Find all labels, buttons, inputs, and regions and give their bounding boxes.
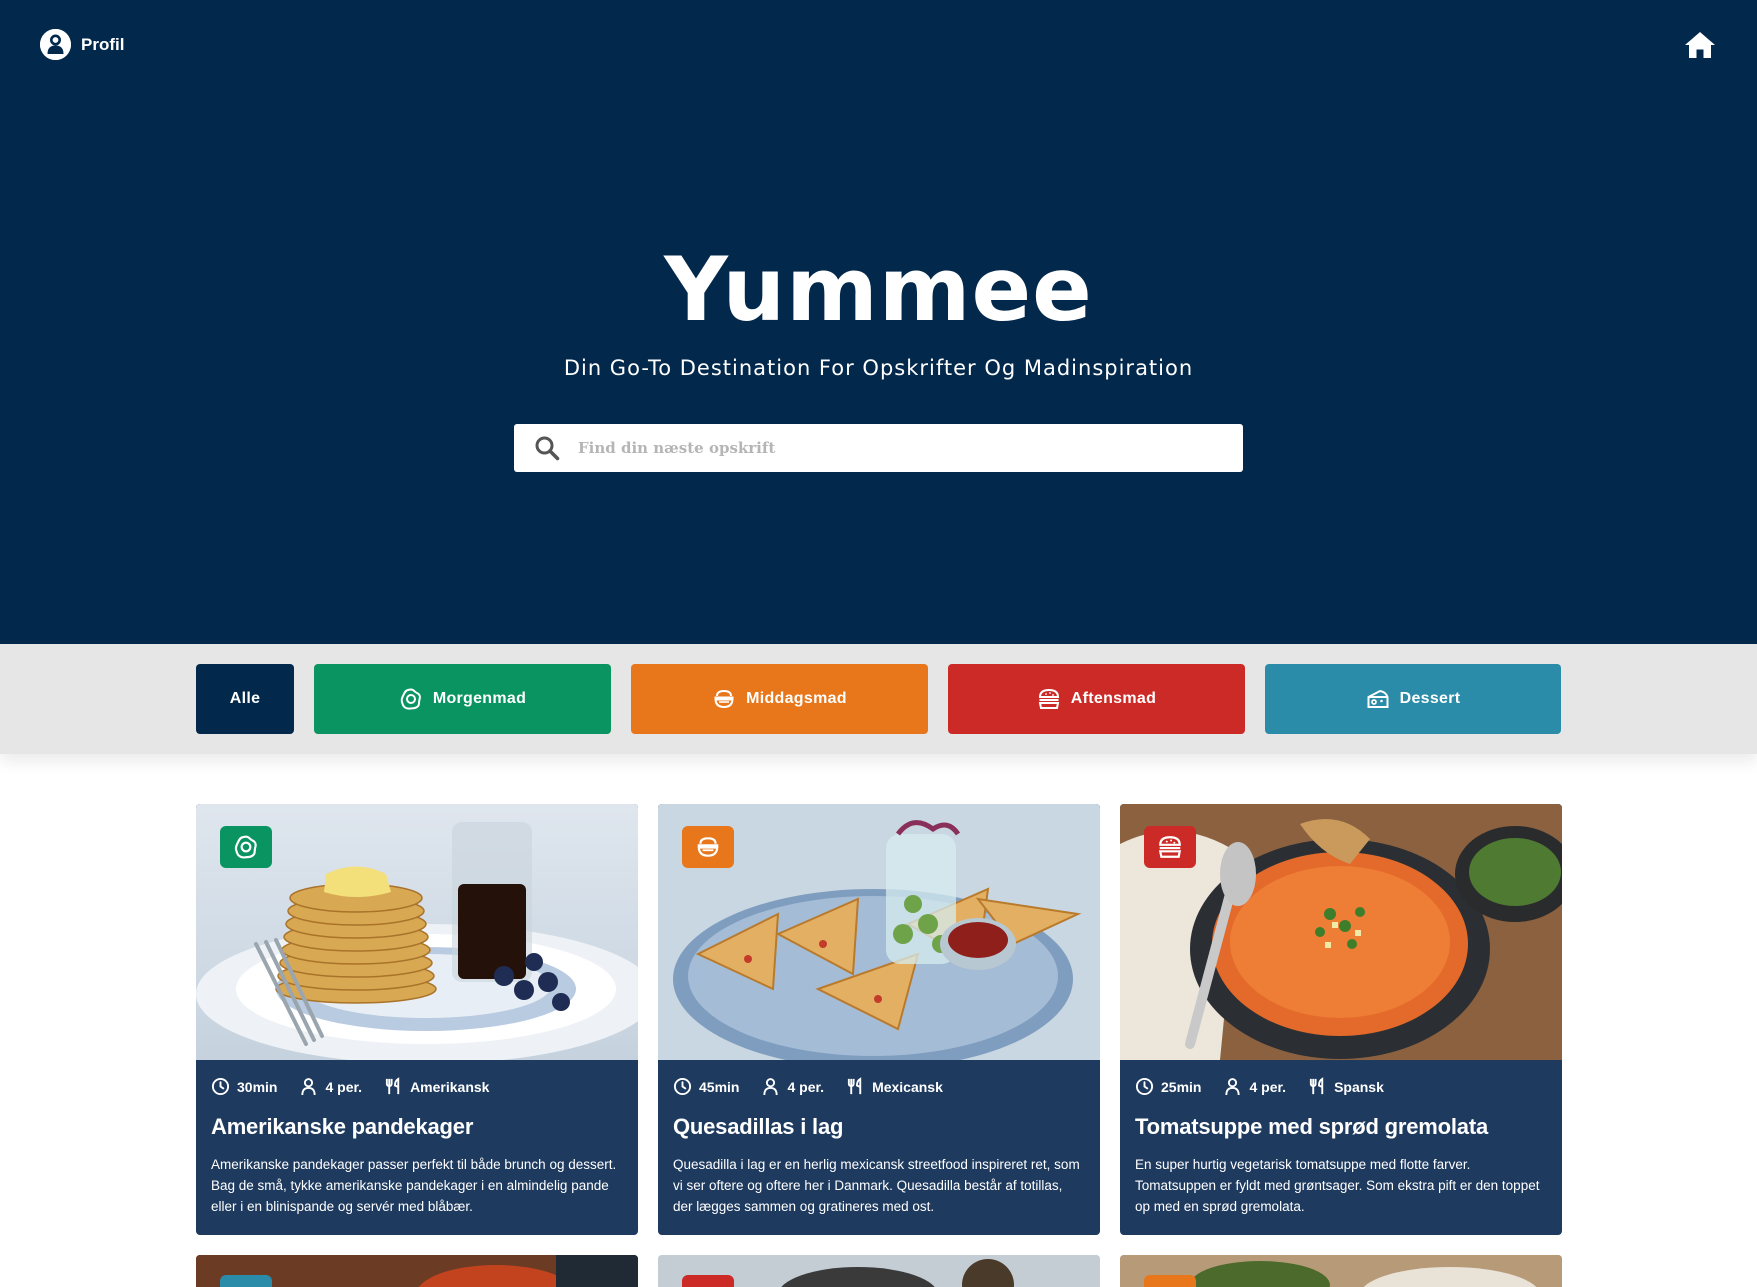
hero-section: Profil Yummee Din Go-To Destination For … bbox=[0, 0, 1757, 644]
profile-label: Profil bbox=[81, 34, 125, 54]
bowl-icon bbox=[697, 837, 719, 857]
recipe-meta: 25min 4 per. Spansk bbox=[1120, 1060, 1562, 1096]
filter-all-label: Alle bbox=[229, 690, 261, 707]
filter-aftensmad-label: Aftensmad bbox=[1070, 690, 1157, 707]
recipe-title[interactable]: Tomatsuppe med sprød gremolata bbox=[1120, 1096, 1562, 1140]
filter-middagsmad-button[interactable]: Middagsmad bbox=[631, 664, 928, 734]
clock-icon bbox=[211, 1077, 230, 1096]
category-badge bbox=[220, 826, 272, 868]
recipe-time: 30min bbox=[237, 1078, 278, 1095]
person-icon bbox=[763, 1078, 779, 1096]
recipe-card[interactable]: 45min 4 per. Mexicansk Quesadillas i lag… bbox=[658, 804, 1100, 1235]
filter-dessert-button[interactable]: Dessert bbox=[1265, 664, 1561, 734]
recipe-cuisine: Amerikansk bbox=[410, 1078, 490, 1095]
utensils-icon bbox=[385, 1077, 400, 1095]
recipe-card[interactable]: 30min 4 per. Amerikansk Amerikanske pand… bbox=[196, 804, 638, 1235]
filter-middagsmad-label: Middagsmad bbox=[746, 690, 847, 707]
home-icon[interactable] bbox=[1684, 31, 1716, 59]
filter-dessert-label: Dessert bbox=[1399, 690, 1461, 707]
recipe-meta: 45min 4 per. Mexicansk bbox=[658, 1060, 1100, 1096]
recipe-description: Quesadilla i lag er en herlig mexicansk … bbox=[673, 1157, 1080, 1214]
egg-icon bbox=[234, 835, 257, 859]
search-icon bbox=[535, 436, 560, 461]
recipe-card-partial[interactable] bbox=[196, 1255, 638, 1287]
category-badge bbox=[1144, 826, 1196, 868]
cheese-icon bbox=[1367, 689, 1389, 708]
filter-morgenmad-label: Morgenmad bbox=[432, 690, 527, 707]
recipe-time: 45min bbox=[699, 1078, 740, 1095]
recipe-image-quesadillas bbox=[658, 804, 1100, 1060]
category-badge bbox=[1144, 1275, 1196, 1287]
search-bar bbox=[514, 424, 1243, 472]
site-title: Yummee bbox=[664, 238, 1093, 341]
user-circle-icon bbox=[40, 29, 71, 60]
utensils-icon bbox=[1309, 1077, 1324, 1095]
burger-icon bbox=[1158, 836, 1182, 858]
category-badge bbox=[682, 826, 734, 868]
recipe-description: Amerikanske pandekager passer perfekt ti… bbox=[211, 1157, 617, 1214]
burger-icon bbox=[1038, 688, 1060, 709]
bowl-icon bbox=[714, 689, 734, 709]
recipe-meta: 30min 4 per. Amerikansk bbox=[196, 1060, 638, 1096]
site-tagline: Din Go-To Destination For Opskrifter Og … bbox=[563, 356, 1194, 380]
clock-icon bbox=[1135, 1077, 1154, 1096]
profile-link[interactable]: Profil bbox=[40, 29, 124, 60]
filter-aftensmad-button[interactable]: Aftensmad bbox=[948, 664, 1245, 734]
recipe-description: En super hurtig vegetarisk tomatsuppe me… bbox=[1135, 1157, 1540, 1214]
clock-icon bbox=[673, 1077, 692, 1096]
search-input[interactable] bbox=[578, 425, 1243, 471]
recipe-card-partial[interactable] bbox=[658, 1255, 1100, 1287]
person-icon bbox=[301, 1078, 317, 1096]
recipe-persons: 4 per. bbox=[1249, 1078, 1287, 1095]
egg-icon bbox=[400, 688, 421, 710]
category-badge bbox=[220, 1275, 272, 1287]
category-badge bbox=[682, 1275, 734, 1287]
recipe-persons: 4 per. bbox=[325, 1078, 363, 1095]
filter-all-button[interactable]: Alle bbox=[196, 664, 294, 734]
recipe-image-pancakes bbox=[196, 804, 638, 1060]
recipe-title[interactable]: Quesadillas i lag bbox=[658, 1096, 1100, 1140]
recipe-title[interactable]: Amerikanske pandekager bbox=[196, 1096, 638, 1140]
category-filter-bar: Alle Morgenmad Middagsmad Aftensmad Dess… bbox=[0, 644, 1757, 754]
recipe-cuisine: Mexicansk bbox=[872, 1078, 943, 1095]
person-icon bbox=[1225, 1078, 1241, 1096]
filter-morgenmad-button[interactable]: Morgenmad bbox=[314, 664, 611, 734]
utensils-icon bbox=[847, 1077, 862, 1095]
recipe-image-tomato-soup bbox=[1120, 804, 1562, 1060]
recipe-persons: 4 per. bbox=[787, 1078, 825, 1095]
recipe-card-partial[interactable] bbox=[1120, 1255, 1562, 1287]
recipe-cuisine: Spansk bbox=[1334, 1078, 1384, 1095]
recipe-card[interactable]: 25min 4 per. Spansk Tomatsuppe med sprød… bbox=[1120, 804, 1562, 1235]
recipe-time: 25min bbox=[1161, 1078, 1202, 1095]
